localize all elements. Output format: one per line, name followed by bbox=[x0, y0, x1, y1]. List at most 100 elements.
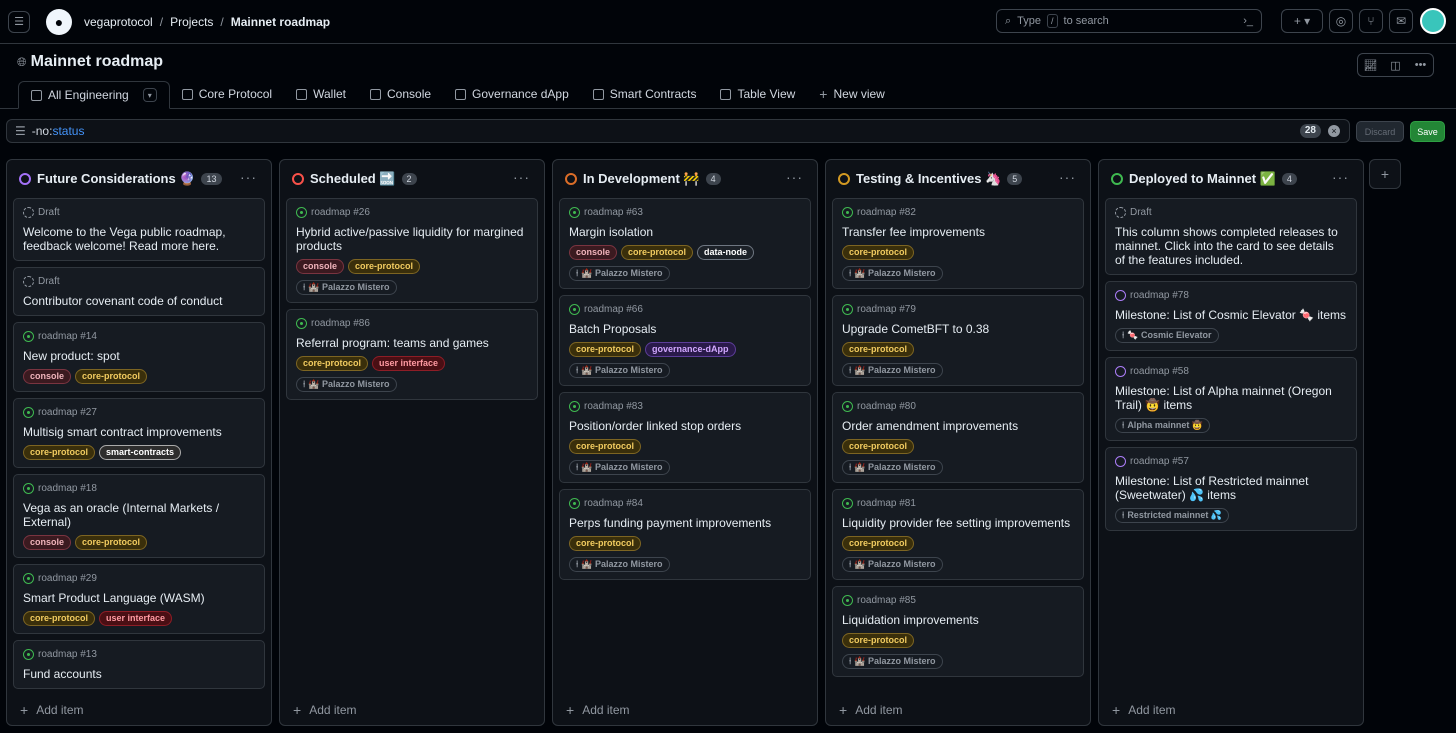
board-card[interactable]: roadmap #58 Milestone: List of Alpha mai… bbox=[1105, 357, 1357, 441]
card-title[interactable]: Milestone: List of Restricted mainnet (S… bbox=[1115, 474, 1347, 502]
add-column-button[interactable]: + bbox=[1369, 159, 1401, 189]
board-card[interactable]: roadmap #66 Batch Proposals core-protocol… bbox=[559, 295, 811, 386]
filter-input[interactable]: ☰ -no: status 28 × bbox=[6, 119, 1350, 143]
tab-smart-contracts[interactable]: Smart Contracts bbox=[581, 80, 709, 108]
menu-icon[interactable]: ☰ bbox=[8, 10, 30, 33]
board-card[interactable]: roadmap #26 Hybrid active/passive liquid… bbox=[286, 198, 538, 303]
board-card[interactable]: roadmap #82 Transfer fee improvements cor… bbox=[832, 198, 1084, 289]
label-badge[interactable]: core-protocol bbox=[621, 245, 694, 260]
avatar[interactable] bbox=[1420, 8, 1446, 34]
board-card[interactable]: roadmap #79 Upgrade CometBFT to 0.38 core… bbox=[832, 295, 1084, 386]
board-card[interactable]: Draft This column shows completed releas… bbox=[1105, 198, 1357, 275]
milestone-badge[interactable]: ⍿ 🏰 Palazzo Mistero bbox=[842, 363, 943, 378]
board-card[interactable]: roadmap #27 Multisig smart contract impr… bbox=[13, 398, 265, 468]
label-badge[interactable]: core-protocol bbox=[842, 536, 915, 551]
chevron-down-icon[interactable]: ▾ bbox=[142, 88, 157, 102]
milestone-badge[interactable]: ⍿ 🏰 Palazzo Mistero bbox=[842, 654, 943, 669]
card-title[interactable]: Liquidity provider fee setting improveme… bbox=[842, 516, 1074, 530]
label-badge[interactable]: console bbox=[23, 535, 72, 550]
board-card[interactable]: roadmap #29 Smart Product Language (WASM… bbox=[13, 564, 265, 634]
card-title[interactable]: Liquidation improvements bbox=[842, 613, 1074, 627]
board-card[interactable]: roadmap #14 New product: spot console core… bbox=[13, 322, 265, 392]
milestone-badge[interactable]: ⍿ 🏰 Palazzo Mistero bbox=[842, 266, 943, 281]
card-title[interactable]: Vega as an oracle (Internal Markets / Ex… bbox=[23, 501, 255, 529]
label-badge[interactable]: core-protocol bbox=[75, 535, 148, 550]
card-title[interactable]: Transfer fee improvements bbox=[842, 225, 1074, 239]
board-card[interactable]: roadmap #86 Referral program: teams and … bbox=[286, 309, 538, 400]
milestone-badge[interactable]: ⍿ 🏰 Palazzo Mistero bbox=[569, 557, 670, 572]
milestone-badge[interactable]: ⍿ 🍬 Cosmic Elevator bbox=[1115, 328, 1219, 343]
board-card[interactable]: roadmap #83 Position/order linked stop o… bbox=[559, 392, 811, 483]
label-badge[interactable]: console bbox=[296, 259, 345, 274]
card-title[interactable]: Order amendment improvements bbox=[842, 419, 1074, 433]
card-title[interactable]: Margin isolation bbox=[569, 225, 801, 239]
milestone-badge[interactable]: ⍿ Alpha mainnet 🤠 bbox=[1115, 418, 1211, 433]
more-options-icon[interactable]: ••• bbox=[1408, 54, 1433, 76]
board-card[interactable]: roadmap #63 Margin isolation console core-… bbox=[559, 198, 811, 289]
label-badge[interactable]: core-protocol bbox=[569, 342, 642, 357]
card-title[interactable]: Milestone: List of Cosmic Elevator 🍬 ite… bbox=[1115, 308, 1347, 322]
card-title[interactable]: Fund accounts bbox=[23, 667, 255, 681]
column-menu-icon[interactable]: ··· bbox=[786, 169, 803, 185]
label-badge[interactable]: core-protocol bbox=[842, 439, 915, 454]
pull-requests-icon[interactable]: ⑂ bbox=[1359, 9, 1383, 33]
milestone-badge[interactable]: ⍿ 🏰 Palazzo Mistero bbox=[569, 266, 670, 281]
label-badge[interactable]: core-protocol bbox=[348, 259, 421, 274]
label-badge[interactable]: core-protocol bbox=[569, 536, 642, 551]
card-title[interactable]: Smart Product Language (WASM) bbox=[23, 591, 255, 605]
breadcrumb-org[interactable]: vegaprotocol bbox=[84, 15, 153, 29]
search-input[interactable]: ⌕ Type / to search ›_ bbox=[996, 9, 1262, 33]
label-badge[interactable]: core-protocol bbox=[842, 342, 915, 357]
label-badge[interactable]: core-protocol bbox=[569, 439, 642, 454]
column-menu-icon[interactable]: ··· bbox=[513, 169, 530, 185]
column-menu-icon[interactable]: ··· bbox=[1059, 169, 1076, 185]
add-item-button[interactable]: + Add item bbox=[553, 695, 817, 725]
tab-wallet[interactable]: Wallet bbox=[284, 80, 358, 108]
inbox-icon[interactable]: ✉ bbox=[1389, 9, 1413, 33]
discard-button[interactable]: Discard bbox=[1356, 121, 1404, 142]
card-title[interactable]: Referral program: teams and games bbox=[296, 336, 528, 350]
board-card[interactable]: roadmap #57 Milestone: List of Restricte… bbox=[1105, 447, 1357, 531]
board-card[interactable]: Draft Contributor covenant code of condu… bbox=[13, 267, 265, 316]
label-badge[interactable]: core-protocol bbox=[296, 356, 369, 371]
save-button[interactable]: Save bbox=[1410, 121, 1445, 142]
label-badge[interactable]: console bbox=[23, 369, 72, 384]
label-badge[interactable]: user interface bbox=[372, 356, 446, 371]
label-badge[interactable]: smart-contracts bbox=[99, 445, 182, 460]
board-card[interactable]: Draft Welcome to the Vega public roadmap… bbox=[13, 198, 265, 261]
side-panel-icon[interactable]: ◫ bbox=[1383, 54, 1408, 76]
create-new-button[interactable]: + ▾ bbox=[1281, 9, 1323, 33]
tab-console[interactable]: Console bbox=[358, 80, 443, 108]
board-card[interactable]: roadmap #80 Order amendment improvements… bbox=[832, 392, 1084, 483]
label-badge[interactable]: core-protocol bbox=[75, 369, 148, 384]
board-card[interactable]: roadmap #81 Liquidity provider fee setti… bbox=[832, 489, 1084, 580]
github-logo-icon[interactable]: ● bbox=[46, 8, 72, 35]
board-card[interactable]: roadmap #78 Milestone: List of Cosmic El… bbox=[1105, 281, 1357, 351]
label-badge[interactable]: core-protocol bbox=[23, 445, 96, 460]
label-badge[interactable]: governance-dApp bbox=[645, 342, 736, 357]
add-item-button[interactable]: + Add item bbox=[280, 695, 544, 725]
tab-table-view[interactable]: Table View bbox=[708, 80, 807, 108]
milestone-badge[interactable]: ⍿ 🏰 Palazzo Mistero bbox=[569, 460, 670, 475]
tab-governance-dapp[interactable]: Governance dApp bbox=[443, 80, 581, 108]
card-title[interactable]: This column shows completed releases to … bbox=[1115, 225, 1347, 267]
card-title[interactable]: Batch Proposals bbox=[569, 322, 801, 336]
column-menu-icon[interactable]: ··· bbox=[240, 169, 257, 185]
card-title[interactable]: Contributor covenant code of conduct bbox=[23, 294, 255, 308]
tab-all-engineering[interactable]: All Engineering ▾ bbox=[18, 81, 170, 109]
add-item-button[interactable]: + Add item bbox=[1099, 695, 1363, 725]
milestone-badge[interactable]: ⍿ 🏰 Palazzo Mistero bbox=[296, 280, 397, 295]
milestone-badge[interactable]: ⍿ 🏰 Palazzo Mistero bbox=[842, 557, 943, 572]
milestone-badge[interactable]: ⍿ Restricted mainnet 💦 bbox=[1115, 508, 1230, 523]
card-title[interactable]: Perps funding payment improvements bbox=[569, 516, 801, 530]
label-badge[interactable]: console bbox=[569, 245, 618, 260]
clear-filter-icon[interactable]: × bbox=[1328, 125, 1340, 137]
tab-core-protocol[interactable]: Core Protocol bbox=[170, 80, 284, 108]
card-title[interactable]: Hybrid active/passive liquidity for marg… bbox=[296, 225, 528, 253]
board-card[interactable]: roadmap #18 Vega as an oracle (Internal … bbox=[13, 474, 265, 558]
board-card[interactable]: roadmap #84 Perps funding payment improv… bbox=[559, 489, 811, 580]
card-title[interactable]: Milestone: List of Alpha mainnet (Oregon… bbox=[1115, 384, 1347, 412]
label-badge[interactable]: user interface bbox=[99, 611, 173, 626]
milestone-badge[interactable]: ⍿ 🏰 Palazzo Mistero bbox=[842, 460, 943, 475]
insights-icon[interactable]: 📈︎ bbox=[1358, 54, 1383, 76]
